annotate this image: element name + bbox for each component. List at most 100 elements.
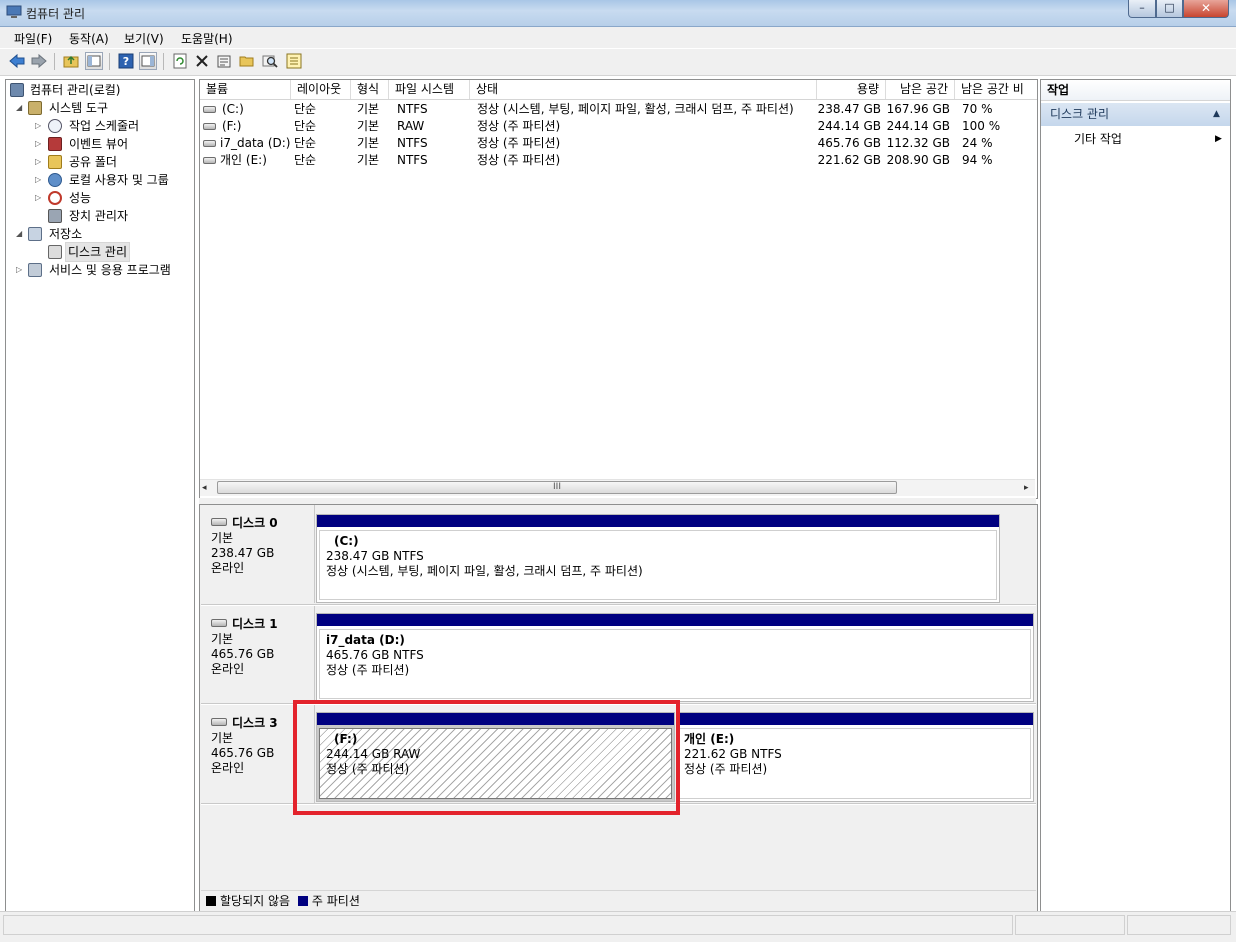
disk-name: 디스크 3 xyxy=(211,714,278,731)
tree-item-disk-management[interactable]: 디스크 관리 xyxy=(6,242,192,262)
computer-icon xyxy=(10,83,24,97)
column-header-type[interactable]: 형식 xyxy=(351,80,389,99)
minimize-button[interactable]: – xyxy=(1128,0,1156,18)
volume-list: 볼륨 레이아웃 형식 파일 시스템 상태 용량 남은 공간 남은 공간 비 (C… xyxy=(199,79,1038,499)
volume-list-header: 볼륨 레이아웃 형식 파일 시스템 상태 용량 남은 공간 남은 공간 비 xyxy=(200,80,1037,100)
tree-item-event-viewer[interactable]: ▷ 이벤트 뷰어 xyxy=(6,135,192,153)
scrollbar-thumb[interactable]: III xyxy=(217,481,897,494)
menu-help[interactable]: 도움말(H) xyxy=(181,30,233,47)
help-icon[interactable]: ? xyxy=(117,52,135,70)
column-header-capacity[interactable]: 용량 xyxy=(817,80,886,99)
volume-cell: (C:) xyxy=(222,102,244,116)
expand-arrow-icon[interactable]: ▷ xyxy=(16,261,22,279)
tree-item-system-tools[interactable]: ◢ 시스템 도구 xyxy=(6,99,192,117)
forward-arrow-icon[interactable] xyxy=(30,52,48,70)
tree-label: 작업 스케줄러 xyxy=(69,119,140,133)
tree-item-performance[interactable]: ▷ 성능 xyxy=(6,189,192,207)
status-cell xyxy=(3,915,1013,935)
expand-arrow-icon[interactable]: ▷ xyxy=(35,117,41,135)
expand-arrow-icon[interactable]: ▷ xyxy=(35,153,41,171)
show-hide-action-pane-icon[interactable] xyxy=(139,52,157,70)
expand-arrow-icon[interactable]: ▷ xyxy=(35,189,41,207)
disk-name-text: 디스크 1 xyxy=(232,617,278,631)
open-folder-icon[interactable] xyxy=(238,52,256,70)
disk-size: 465.76 GB xyxy=(211,746,275,760)
collapse-arrow-icon[interactable]: ◢ xyxy=(16,99,22,117)
tree-item-device-manager[interactable]: 장치 관리자 xyxy=(6,207,192,225)
column-header-status[interactable]: 상태 xyxy=(470,80,817,99)
column-header-filesystem[interactable]: 파일 시스템 xyxy=(389,80,470,99)
capacity-cell: 244.14 GB xyxy=(817,119,881,133)
volume-row[interactable]: (F:) 단순 기본 RAW 정상 (주 파티션) 244.14 GB 244.… xyxy=(200,118,1037,135)
search-icon[interactable] xyxy=(261,52,279,70)
capacity-cell: 465.76 GB xyxy=(817,136,881,150)
legend: 할당되지 않음 주 파티션 xyxy=(201,890,1036,911)
collapse-arrow-icon[interactable]: ◢ xyxy=(16,225,22,243)
partition-title: i7_data (D:) xyxy=(326,633,405,647)
menu-view[interactable]: 보기(V) xyxy=(124,30,164,47)
type-cell: 기본 xyxy=(357,136,380,150)
column-header-free-space[interactable]: 남은 공간 xyxy=(886,80,955,99)
back-arrow-icon[interactable] xyxy=(8,52,26,70)
tree-item-local-users[interactable]: ▷ 로컬 사용자 및 그룹 xyxy=(6,171,192,189)
volume-row[interactable]: (C:) 단순 기본 NTFS 정상 (시스템, 부팅, 페이지 파일, 활성,… xyxy=(200,101,1037,118)
scroll-left-arrow-icon[interactable]: ◂ xyxy=(202,483,207,493)
status-cell: 정상 (시스템, 부팅, 페이지 파일, 활성, 크래시 덤프, 주 파티션) xyxy=(477,102,794,116)
tree-item-storage[interactable]: ◢ 저장소 xyxy=(6,225,192,243)
maximize-button[interactable]: □ xyxy=(1156,0,1183,18)
status-cell xyxy=(1015,915,1125,935)
expand-arrow-icon[interactable]: ▷ xyxy=(35,171,41,189)
partition-body: i7_data (D:) 465.76 GB NTFS 정상 (주 파티션) xyxy=(319,629,1031,699)
scroll-right-arrow-icon[interactable]: ▸ xyxy=(1024,483,1029,493)
expand-arrow-icon[interactable]: ▷ xyxy=(35,135,41,153)
capacity-cell: 238.47 GB xyxy=(817,102,881,116)
disk-separator xyxy=(201,604,1036,606)
tree-item-shared-folders[interactable]: ▷ 공유 폴더 xyxy=(6,153,192,171)
menu-file[interactable]: 파일(F) xyxy=(14,30,52,47)
status-cell: 정상 (주 파티션) xyxy=(477,136,561,150)
performance-icon xyxy=(48,191,62,205)
actions-section-disk-management[interactable]: 디스크 관리 ▲ xyxy=(1041,103,1230,126)
highlight-box xyxy=(293,700,680,815)
status-cell: 정상 (주 파티션) xyxy=(477,153,561,167)
tree-label: 이벤트 뷰어 xyxy=(69,137,129,151)
volume-cell: (F:) xyxy=(222,119,242,133)
partition-text: i7_data (D:) 465.76 GB NTFS 정상 (주 파티션) xyxy=(326,633,424,678)
status-cell xyxy=(1127,915,1231,935)
column-header-volume[interactable]: 볼륨 xyxy=(200,80,291,99)
disk-type: 기본 xyxy=(211,731,234,745)
type-cell: 기본 xyxy=(357,102,380,116)
refresh-icon[interactable] xyxy=(171,52,189,70)
up-folder-icon[interactable] xyxy=(62,52,80,70)
collapse-up-icon[interactable]: ▲ xyxy=(1213,103,1220,126)
services-icon xyxy=(28,263,42,277)
free-space-cell: 167.96 GB xyxy=(886,102,950,116)
tree-item-computer-management[interactable]: 컴퓨터 관리(로컬) xyxy=(6,81,192,99)
disk-0-label[interactable]: 디스크 0 기본 238.47 GB 온라인 xyxy=(201,505,315,603)
volume-row[interactable]: 개인 (E:) 단순 기본 NTFS 정상 (주 파티션) 221.62 GB … xyxy=(200,152,1037,169)
horizontal-scrollbar[interactable]: ◂ III ▸ xyxy=(200,479,1035,496)
column-header-free-percent[interactable]: 남은 공간 비 xyxy=(955,80,1037,99)
disk-icon xyxy=(211,518,227,526)
actions-item-more-actions[interactable]: 기타 작업 ▶ xyxy=(1041,129,1230,149)
settings-icon[interactable] xyxy=(285,52,303,70)
volume-cell: i7_data (D:) xyxy=(220,136,291,150)
partition-c[interactable]: (C:) 238.47 GB NTFS 정상 (시스템, 부팅, 페이지 파일,… xyxy=(316,514,1000,603)
partition-e[interactable]: 개인 (E:) 221.62 GB NTFS 정상 (주 파티션) xyxy=(676,712,1034,802)
partition-d[interactable]: i7_data (D:) 465.76 GB NTFS 정상 (주 파티션) xyxy=(316,613,1034,702)
tree-item-task-scheduler[interactable]: ▷ 작업 스케줄러 xyxy=(6,117,192,135)
volume-row[interactable]: i7_data (D:) 단순 기본 NTFS 정상 (주 파티션) 465.7… xyxy=(200,135,1037,152)
show-hide-tree-icon[interactable] xyxy=(85,52,103,70)
tools-icon xyxy=(28,101,42,115)
delete-icon[interactable] xyxy=(193,52,211,70)
disk-1-label[interactable]: 디스크 1 기본 465.76 GB 온라인 xyxy=(201,606,315,703)
partition-text: 개인 (E:) 221.62 GB NTFS 정상 (주 파티션) xyxy=(684,732,782,777)
close-button[interactable]: ✕ xyxy=(1183,0,1229,18)
disk-type: 기본 xyxy=(211,632,234,646)
column-header-layout[interactable]: 레이아웃 xyxy=(291,80,351,99)
menu-action[interactable]: 동작(A) xyxy=(69,30,109,47)
tree-item-services-apps[interactable]: ▷ 서비스 및 응용 프로그램 xyxy=(6,261,192,279)
partition-detail: 465.76 GB NTFS xyxy=(326,648,424,662)
properties-icon[interactable] xyxy=(215,52,233,70)
partition-detail: 221.62 GB NTFS xyxy=(684,747,782,761)
